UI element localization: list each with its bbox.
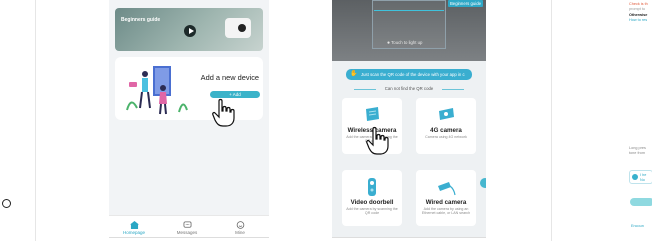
doorbell-icon — [368, 178, 376, 196]
side-bubble-icon[interactable] — [480, 178, 486, 188]
divider-line — [35, 0, 36, 241]
tab-messages[interactable]: Messages — [162, 221, 212, 235]
people-illustration — [126, 66, 188, 115]
torch-toggle[interactable]: ● Touch to light up — [387, 40, 422, 46]
hand-icon: ✋ — [350, 71, 358, 77]
hand-cursor-icon — [212, 98, 235, 127]
checkbox-sublabel: No — [640, 178, 645, 182]
divider-line — [551, 0, 552, 241]
wired-camera-icon — [438, 182, 456, 196]
confirm-checkbox[interactable]: I he No — [629, 170, 652, 184]
beginners-guide-badge[interactable]: Beginners guide — [447, 0, 483, 7]
device-desc: Add the camera by scanning the QR code — [346, 207, 398, 216]
device-desc: Add the camera by using an Ethernet cabl… — [421, 207, 471, 216]
add-device-title: Add a new device — [200, 73, 259, 82]
circle-marker — [2, 199, 11, 208]
device-card-wired[interactable]: Wired camera Add the camera by using an … — [416, 170, 476, 226]
bottom-tab-bar: Homepage Messages Mine — [109, 215, 269, 237]
tab-homepage[interactable]: Homepage — [109, 221, 159, 235]
add-device-card: Add a new device + Add — [115, 57, 263, 120]
cant-find-qr-link[interactable]: Can not find the QR code — [332, 86, 486, 91]
scan-line — [374, 10, 444, 11]
camera-illustration — [225, 18, 251, 38]
long-press-text: Long pres — [629, 146, 646, 150]
device-name: Video doorbell — [350, 199, 394, 206]
check-icon — [632, 174, 638, 180]
device-desc: Camera using 4G network — [425, 135, 467, 139]
home-icon — [129, 221, 139, 229]
banner-label: Beginners guide — [121, 17, 161, 23]
tab-label: Homepage — [122, 230, 145, 235]
homepage-screen: Beginners guide Add a new device + Add H… — [109, 0, 269, 238]
device-card-4g[interactable]: 4G camera Camera using 4G network — [416, 98, 476, 154]
partial-instruction-screen: Check is th prompt tu Otherwise How to r… — [626, 0, 652, 238]
tab-label: Mine — [235, 230, 245, 235]
play-icon[interactable] — [184, 25, 196, 37]
how-to-link[interactable]: How to res — [629, 18, 647, 22]
smile-icon — [236, 221, 244, 229]
4g-camera-icon — [439, 108, 454, 120]
beginners-guide-banner[interactable]: Beginners guide — [115, 8, 263, 51]
tab-label: Messages — [176, 230, 198, 235]
checkbox-label: I he — [640, 173, 647, 177]
wireless-camera-icon — [366, 107, 379, 121]
device-card-doorbell[interactable]: Video doorbell Add the camera by scannin… — [342, 170, 402, 226]
prompt-text: prompt tu — [629, 7, 646, 11]
encounter-link[interactable]: Encoun — [631, 224, 644, 228]
camera-viewfinder: ● Touch to light up Beginners guide — [332, 0, 486, 61]
device-type-panel: ✋ Just scan the QR code of the device wi… — [332, 61, 486, 237]
tab-mine[interactable]: Mine — [215, 221, 265, 235]
message-icon — [183, 221, 191, 228]
flashlight-icon: ● — [387, 40, 391, 46]
device-name: 4G camera — [430, 127, 462, 134]
warning-text: Check is th — [629, 2, 648, 6]
scan-qr-screen: ● Touch to light up Beginners guide ✋ Ju… — [332, 0, 486, 238]
torch-label: Touch to light up — [391, 40, 423, 45]
hand-cursor-icon — [366, 126, 389, 155]
scan-instruction: Just scan the QR code of the device with… — [361, 72, 465, 77]
next-button[interactable] — [630, 198, 652, 206]
otherwise-text: Otherwise — [629, 13, 648, 17]
scan-instruction-pill: ✋ Just scan the QR code of the device wi… — [346, 69, 472, 80]
device-name: Wired camera — [425, 199, 467, 206]
add-device-button[interactable]: + Add — [210, 91, 260, 98]
tone-text: tone from — [629, 151, 646, 155]
